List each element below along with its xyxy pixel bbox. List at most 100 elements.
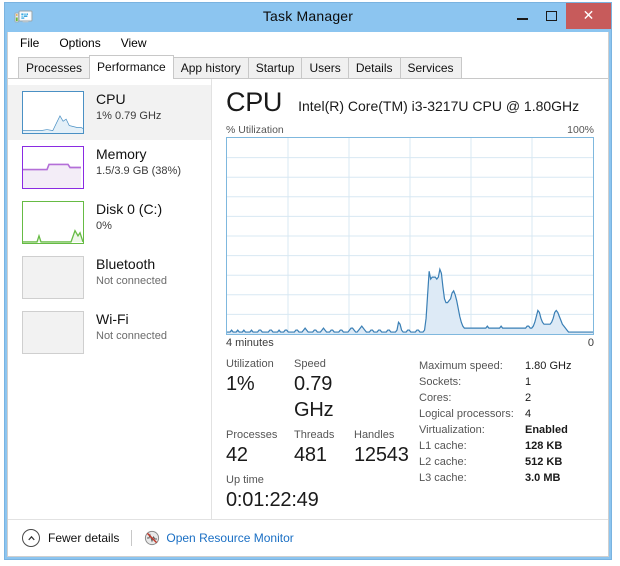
counter-uptime: Up time 0:01:22:49 — [226, 473, 319, 513]
sidebar-item-memory[interactable]: Memory 1.5/3.9 GB (38%) — [8, 140, 211, 195]
sidebar-item-subtitle: Not connected — [96, 330, 167, 342]
spec-key: Maximum speed: — [419, 360, 503, 372]
counter-row-3: Up time 0:01:22:49 — [226, 473, 419, 513]
spec-row: L3 cache: 3.0 MB — [419, 470, 594, 486]
spec-value: 2 — [525, 392, 532, 404]
spec-value: 3.0 MB — [525, 472, 561, 484]
sidebar-item-cpu[interactable]: CPU 1% 0.79 GHz — [8, 85, 211, 140]
counter-handles: Handles 12543 — [354, 428, 409, 468]
tab-app-history[interactable]: App history — [172, 57, 249, 78]
counter-row-2: Processes 42 Threads 481 Handles 12543 — [226, 428, 419, 468]
status-separator — [131, 530, 133, 546]
spec-key: L1 cache: — [419, 440, 467, 452]
counter-value: 42 — [226, 444, 248, 466]
spec-value: 512 KB — [525, 456, 563, 468]
spec-row: Sockets: 1 — [419, 374, 594, 390]
menu-bar: File Options View — [8, 32, 608, 54]
cpu-header: CPU Intel(R) Core(TM) i3-3217U CPU @ 1.8… — [226, 87, 594, 118]
tab-details[interactable]: Details — [347, 57, 401, 78]
cpu-specs: Maximum speed: 1.80 GHz Sockets: 1 Cores… — [419, 357, 594, 513]
maximize-icon — [546, 11, 557, 21]
window-controls: ✕ — [508, 3, 611, 29]
menu-item-options[interactable]: Options — [59, 36, 100, 50]
counter-label: Processes — [226, 429, 278, 441]
spec-row: Maximum speed: 1.80 GHz — [419, 358, 594, 374]
menu-item-file[interactable]: File — [20, 36, 39, 50]
client-area: File Options View Processes Performance … — [7, 32, 609, 557]
close-icon: ✕ — [582, 8, 595, 24]
open-resource-monitor-link[interactable]: Open Resource Monitor — [166, 531, 293, 545]
content-split: CPU 1% 0.79 GHz Memory 1.5/3.9 GB (38%) — [8, 79, 608, 519]
sidebar-memory-text: Memory 1.5/3.9 GB (38%) — [84, 144, 181, 179]
sidebar-cpu-text: CPU 1% 0.79 GHz — [84, 89, 161, 124]
counter-label: Handles — [354, 429, 395, 441]
spec-value: Enabled — [525, 424, 568, 436]
chart-time-start: 4 minutes — [226, 337, 274, 349]
sidebar-item-title: CPU — [96, 91, 126, 107]
counter-processes: Processes 42 — [226, 428, 294, 468]
fewer-details-button[interactable]: Fewer details — [48, 531, 119, 545]
counter-value: 12543 — [354, 444, 409, 466]
sidebar-disk-text: Disk 0 (C:) 0% — [84, 199, 162, 234]
spec-key: L3 cache: — [419, 472, 467, 484]
minimize-button[interactable] — [508, 3, 537, 29]
minimize-icon — [517, 18, 528, 20]
counter-speed: Speed 0.79 GHz — [294, 357, 372, 423]
spec-row: Virtualization: Enabled — [419, 422, 594, 438]
menu-item-view[interactable]: View — [121, 36, 147, 50]
task-manager-window: Task Manager ✕ File Options View Process… — [4, 2, 612, 560]
sidebar-bluetooth-text: Bluetooth Not connected — [84, 254, 167, 289]
spec-row: Logical processors: 4 — [419, 406, 594, 422]
spec-key: Logical processors: — [419, 408, 514, 420]
counter-value: 0:01:22:49 — [226, 489, 319, 511]
tab-strip: Processes Performance App history Startu… — [8, 54, 608, 79]
cpu-mini-graph-icon — [22, 91, 84, 134]
sidebar-item-subtitle: Not connected — [96, 275, 167, 287]
tab-startup[interactable]: Startup — [247, 57, 303, 78]
tab-processes[interactable]: Processes — [18, 57, 91, 78]
status-bar: Fewer details Open Resource Monitor — [8, 519, 608, 556]
cpu-chart-svg — [227, 138, 593, 334]
spec-value: 1 — [525, 376, 532, 388]
sidebar-item-subtitle: 0% — [96, 220, 112, 232]
counter-threads: Threads 481 — [294, 428, 354, 468]
counter-label: Up time — [226, 474, 264, 486]
page-title: CPU — [226, 87, 283, 117]
resource-monitor-icon — [144, 530, 160, 546]
chevron-up-icon[interactable] — [22, 529, 40, 547]
cpu-counters: Utilization 1% Speed 0.79 GHz Processes — [226, 357, 419, 513]
sidebar-item-bluetooth[interactable]: Bluetooth Not connected — [8, 250, 211, 305]
spec-key: Sockets: — [419, 376, 462, 388]
counter-utilization: Utilization 1% — [226, 357, 294, 423]
cpu-detail-pane: CPU Intel(R) Core(TM) i3-3217U CPU @ 1.8… — [212, 79, 608, 519]
blank-mini-graph-icon — [22, 311, 84, 354]
sidebar-wifi-text: Wi-Fi Not connected — [84, 309, 167, 344]
close-button[interactable]: ✕ — [566, 3, 611, 29]
cpu-model-name: Intel(R) Core(TM) i3-3217U CPU @ 1.80GHz — [298, 98, 580, 114]
counter-row-1: Utilization 1% Speed 0.79 GHz — [226, 357, 419, 423]
tab-performance[interactable]: Performance — [89, 55, 174, 79]
spec-row: L1 cache: 128 KB — [419, 438, 594, 454]
sidebar-item-title: Wi-Fi — [96, 311, 129, 327]
disk-mini-graph-icon — [22, 201, 84, 244]
resource-sidebar: CPU 1% 0.79 GHz Memory 1.5/3.9 GB (38%) — [8, 79, 212, 519]
blank-mini-graph-icon — [22, 256, 84, 299]
tab-users[interactable]: Users — [301, 57, 349, 78]
chart-time-end: 0 — [587, 337, 594, 349]
counter-value: 0.79 GHz — [294, 373, 334, 421]
sidebar-item-title: Memory — [96, 146, 147, 162]
maximize-button[interactable] — [537, 3, 566, 29]
sidebar-item-title: Bluetooth — [96, 256, 156, 272]
spec-key: Virtualization: — [419, 424, 485, 436]
sidebar-item-disk0[interactable]: Disk 0 (C:) 0% — [8, 195, 211, 250]
spec-row: L2 cache: 512 KB — [419, 454, 594, 470]
chart-axis-labels: % Utilization 100% — [226, 124, 594, 136]
sidebar-item-wifi[interactable]: Wi-Fi Not connected — [8, 305, 211, 360]
spec-value: 4 — [525, 408, 532, 420]
chart-y-axis-max: 100% — [567, 124, 594, 136]
tab-services[interactable]: Services — [399, 57, 462, 78]
chart-y-axis-label: % Utilization — [226, 124, 284, 136]
spec-key: L2 cache: — [419, 456, 467, 468]
spec-row: Cores: 2 — [419, 390, 594, 406]
counter-label: Threads — [294, 429, 335, 441]
